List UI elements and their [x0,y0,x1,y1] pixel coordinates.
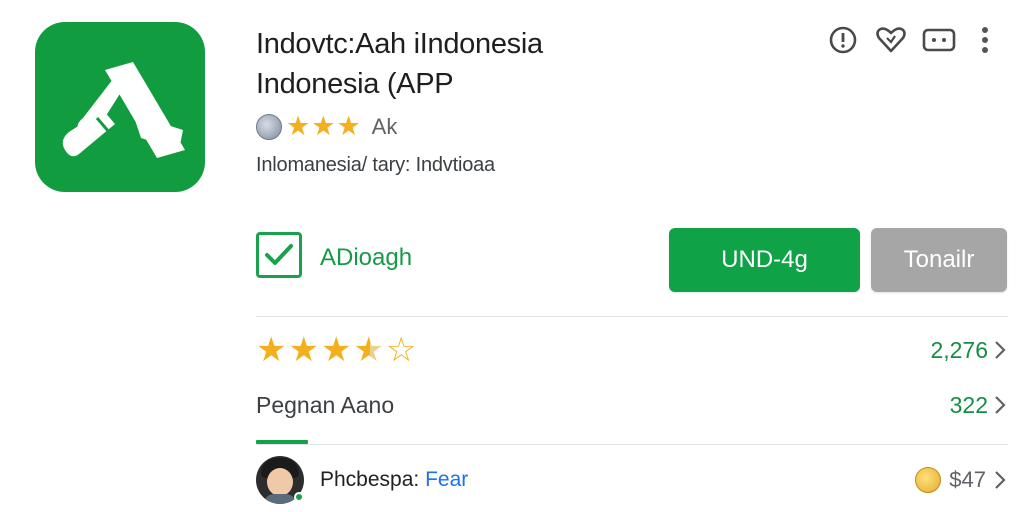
secondary-button[interactable]: Tonailr [871,228,1007,292]
app-icon [35,22,205,192]
divider [256,316,1008,317]
more-vert-icon[interactable] [970,24,1000,56]
message-icon[interactable] [922,24,956,56]
chevron-right-icon [994,470,1008,490]
divider [256,444,1008,445]
primary-button[interactable]: UND-4g [669,228,860,292]
app-title-line-1: Indovtc:Aah iIndonesia [256,28,543,60]
star-outline-icon: ☆ [385,330,417,370]
user-row[interactable]: Phcbespa: Fear $47 [256,456,1008,504]
checkmark-icon [265,244,293,265]
info-row-value: 322 [949,391,988,418]
info-row-label: Pegnan Aano [256,391,395,418]
review-count: 2,276 [930,336,988,363]
online-status-icon [294,492,304,502]
star-icon: ★ [288,330,319,370]
install-checkbox[interactable] [256,232,302,278]
chevron-right-icon [994,340,1008,360]
star-icon: ★ [286,111,311,142]
info-icon[interactable] [826,24,860,56]
toolbar [826,24,1000,56]
info-row[interactable]: Pegnan Aano 322 [256,385,1008,425]
star-icon: ★ [320,330,352,370]
rating-row: ★ ★ ★ Ak [256,112,397,142]
heart-icon[interactable] [874,24,908,56]
install-label: ADioagh [320,244,413,271]
tab-indicator [256,440,308,444]
app-title-line-2: Indonesia (APP [256,68,454,100]
coin-icon [915,467,942,493]
chevron-right-icon [994,395,1008,415]
user-link[interactable]: Fear [425,468,468,491]
price: $47 [949,467,986,492]
app-title: Indovtc:Aah iIndonesia Indonesia (APP [256,24,796,104]
user-name-text: Phcbespa: [320,468,420,491]
star-icon: ★ [311,111,336,142]
rating-stars: ★ ★ ★ [286,113,362,141]
user-name: Phcbespa: Fear [320,468,468,492]
star-icon: ★ [256,330,287,370]
app-subtitle: Inlomanesia/ tary: Indvtioaa [256,154,495,176]
reviews-row[interactable]: ★ ★ ★ ★ ☆ 2,276 [256,330,1008,370]
review-stars: ★ ★ ★ ★ ☆ [256,332,418,368]
rating-text: Ak [371,114,398,139]
badge-icon [256,114,282,140]
app-logo-icon [62,62,185,158]
avatar[interactable] [256,456,320,504]
star-icon: ★ [336,111,361,142]
star-half-icon: ★ [353,330,384,370]
